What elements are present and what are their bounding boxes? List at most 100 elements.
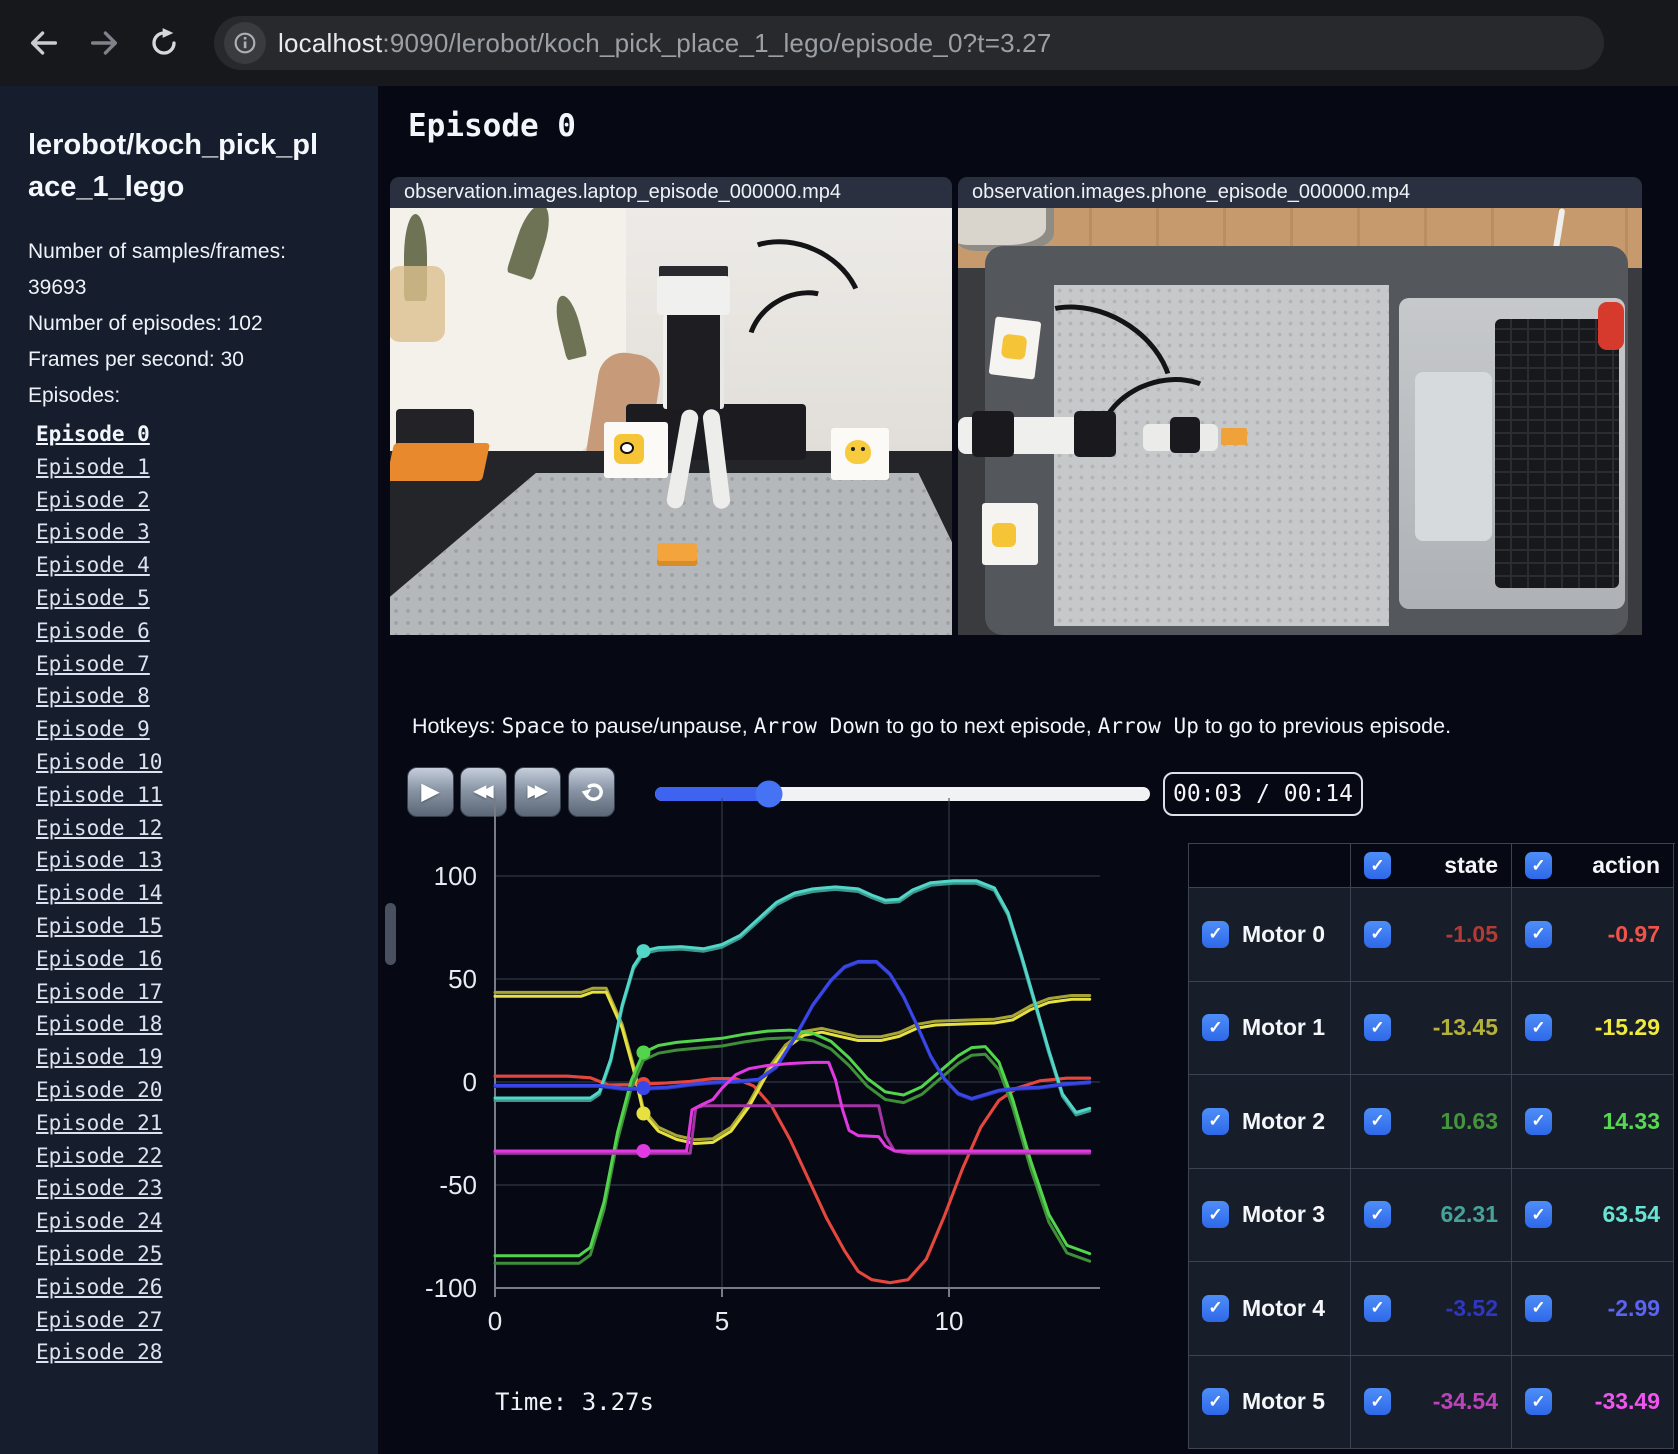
url-host: localhost (278, 27, 383, 58)
action-value: 63.54 (1602, 1201, 1660, 1228)
episode-link[interactable]: Episode 13 (36, 844, 162, 877)
episode-link[interactable]: Episode 17 (36, 976, 162, 1009)
forward-arrow-icon (90, 31, 118, 55)
action-header-checkbox[interactable]: ✓ (1525, 852, 1552, 879)
episode-link[interactable]: Episode 11 (36, 779, 162, 812)
episode-link[interactable]: Episode 3 (36, 516, 150, 549)
state-value: 10.63 (1440, 1107, 1498, 1134)
episode-link[interactable]: Episode 4 (36, 549, 150, 582)
motor-row-label-cell: ✓ Motor 0 (1189, 888, 1351, 982)
orange-mount (390, 442, 490, 482)
state-value-checkbox[interactable]: ✓ (1364, 1014, 1391, 1042)
site-info-button[interactable] (224, 22, 266, 64)
state-value: -1.05 (1445, 920, 1498, 947)
state-value-checkbox[interactable]: ✓ (1364, 1388, 1391, 1416)
episode-link[interactable]: Episode 19 (36, 1041, 162, 1074)
hotkey-text-segment: Hotkeys: (412, 714, 502, 738)
desk-object (958, 208, 1054, 251)
dataset-info-line: Number of samples/frames: 39693 (28, 240, 286, 300)
motor-table: ✓ state ✓ action ✓ Motor 0 ✓ -1.05 ✓ -0.97 ✓ Mo… (1188, 843, 1675, 1449)
motor-checkbox[interactable]: ✓ (1202, 1388, 1229, 1416)
current-time-marker (636, 1081, 651, 1096)
url-text: localhost:9090/lerobot/koch_pick_place_1… (278, 28, 1052, 59)
reload-icon (152, 28, 176, 55)
red-object (1597, 301, 1624, 350)
episode-link[interactable]: Episode 24 (36, 1205, 162, 1238)
episode-link[interactable]: Episode 16 (36, 943, 162, 976)
action-value: -15.29 (1594, 1014, 1660, 1041)
y-tick-label: 50 (448, 964, 477, 994)
motor-checkbox[interactable]: ✓ (1202, 1294, 1229, 1322)
state-value-checkbox[interactable]: ✓ (1364, 1107, 1391, 1135)
state-value-checkbox[interactable]: ✓ (1364, 1294, 1391, 1322)
video-title-laptop: observation.images.laptop_episode_000000… (390, 177, 952, 208)
episode-link[interactable]: Episode 7 (36, 648, 150, 681)
action-value-checkbox[interactable]: ✓ (1525, 1107, 1552, 1135)
action-value-checkbox[interactable]: ✓ (1525, 1388, 1552, 1416)
episode-link[interactable]: Episode 12 (36, 812, 162, 845)
episode-link[interactable]: Episode 28 (36, 1336, 162, 1369)
motor-checkbox[interactable]: ✓ (1202, 920, 1229, 948)
chart-time-label: Time: 3.27s (495, 1388, 654, 1416)
video-card-laptop: observation.images.laptop_episode_000000… (390, 177, 952, 635)
back-button[interactable] (26, 25, 62, 61)
forward-button[interactable] (86, 25, 122, 61)
episode-link[interactable]: Episode 10 (36, 746, 162, 779)
episode-link[interactable]: Episode 23 (36, 1172, 162, 1205)
episode-link[interactable]: Episode 15 (36, 910, 162, 943)
episode-link[interactable]: Episode 1 (36, 451, 150, 484)
state-value-checkbox[interactable]: ✓ (1364, 1201, 1391, 1229)
robot-motor (1074, 410, 1117, 457)
episode-link[interactable]: Episode 6 (36, 615, 150, 648)
action-value-checkbox[interactable]: ✓ (1525, 1294, 1552, 1322)
episode-link[interactable]: Episode 25 (36, 1238, 162, 1271)
motor-checkbox[interactable]: ✓ (1202, 1107, 1229, 1135)
motor-label: Motor 5 (1242, 1388, 1326, 1415)
series-line-state-motor-3 (493, 881, 1092, 1117)
sidebar-scrollbar-thumb[interactable] (385, 903, 396, 965)
motor-state-cell: ✓ 62.31 (1351, 1168, 1512, 1262)
motor-state-cell: ✓ -34.54 (1351, 1355, 1512, 1449)
state-value-checkbox[interactable]: ✓ (1364, 920, 1391, 948)
panda-box (603, 421, 668, 478)
state-value: 62.31 (1440, 1201, 1498, 1228)
dataset-info-line: Frames per second: 30 (28, 348, 244, 372)
episode-list: Episode 0 Episode 1 Episode 2 Episode 3 Epis… (36, 418, 378, 1369)
hotkeys-text: Hotkeys: Space to pause/unpause, Arrow D… (412, 714, 1451, 739)
episode-link[interactable]: Episode 22 (36, 1140, 162, 1173)
motor-label: Motor 1 (1242, 1014, 1326, 1041)
action-value-checkbox[interactable]: ✓ (1525, 1201, 1552, 1229)
episode-link[interactable]: Episode 8 (36, 680, 150, 713)
episode-link[interactable]: Episode 26 (36, 1271, 162, 1304)
x-tick-label: 10 (935, 1306, 964, 1336)
action-value-checkbox[interactable]: ✓ (1525, 1014, 1552, 1042)
video-frame-phone (958, 208, 1642, 635)
episode-link[interactable]: Episode 27 (36, 1304, 162, 1337)
url-bar[interactable]: localhost:9090/lerobot/koch_pick_place_1… (214, 16, 1604, 70)
motor-row-label-cell: ✓ Motor 2 (1189, 1075, 1351, 1169)
episode-link[interactable]: Episode 9 (36, 713, 150, 746)
motor-checkbox[interactable]: ✓ (1202, 1014, 1229, 1042)
action-value: 14.33 (1602, 1107, 1660, 1134)
episode-link[interactable]: Episode 5 (36, 582, 150, 615)
robot-body (662, 314, 725, 409)
motor-action-cell: ✓ -33.49 (1512, 1355, 1674, 1449)
motor-state-cell: ✓ 10.63 (1351, 1075, 1512, 1169)
state-header-checkbox[interactable]: ✓ (1364, 852, 1391, 879)
motor-checkbox[interactable]: ✓ (1202, 1201, 1229, 1229)
robot-gripper (1170, 417, 1201, 454)
info-icon (234, 32, 256, 54)
episode-link[interactable]: Episode 14 (36, 877, 162, 910)
dataset-info-line: Number of episodes: 102 (28, 312, 263, 336)
episode-link[interactable]: Episode 21 (36, 1107, 162, 1140)
huggingface-box (981, 502, 1038, 565)
action-value-checkbox[interactable]: ✓ (1525, 920, 1552, 948)
reload-button[interactable] (146, 25, 182, 61)
episode-link[interactable]: Episode 0 (36, 418, 150, 451)
episode-link[interactable]: Episode 20 (36, 1074, 162, 1107)
motor-row-label-cell: ✓ Motor 5 (1189, 1355, 1351, 1449)
x-tick-label: 5 (715, 1306, 729, 1336)
episode-link[interactable]: Episode 2 (36, 484, 150, 517)
episode-link[interactable]: Episode 18 (36, 1008, 162, 1041)
video-card-phone: observation.images.phone_episode_000000.… (958, 177, 1642, 635)
